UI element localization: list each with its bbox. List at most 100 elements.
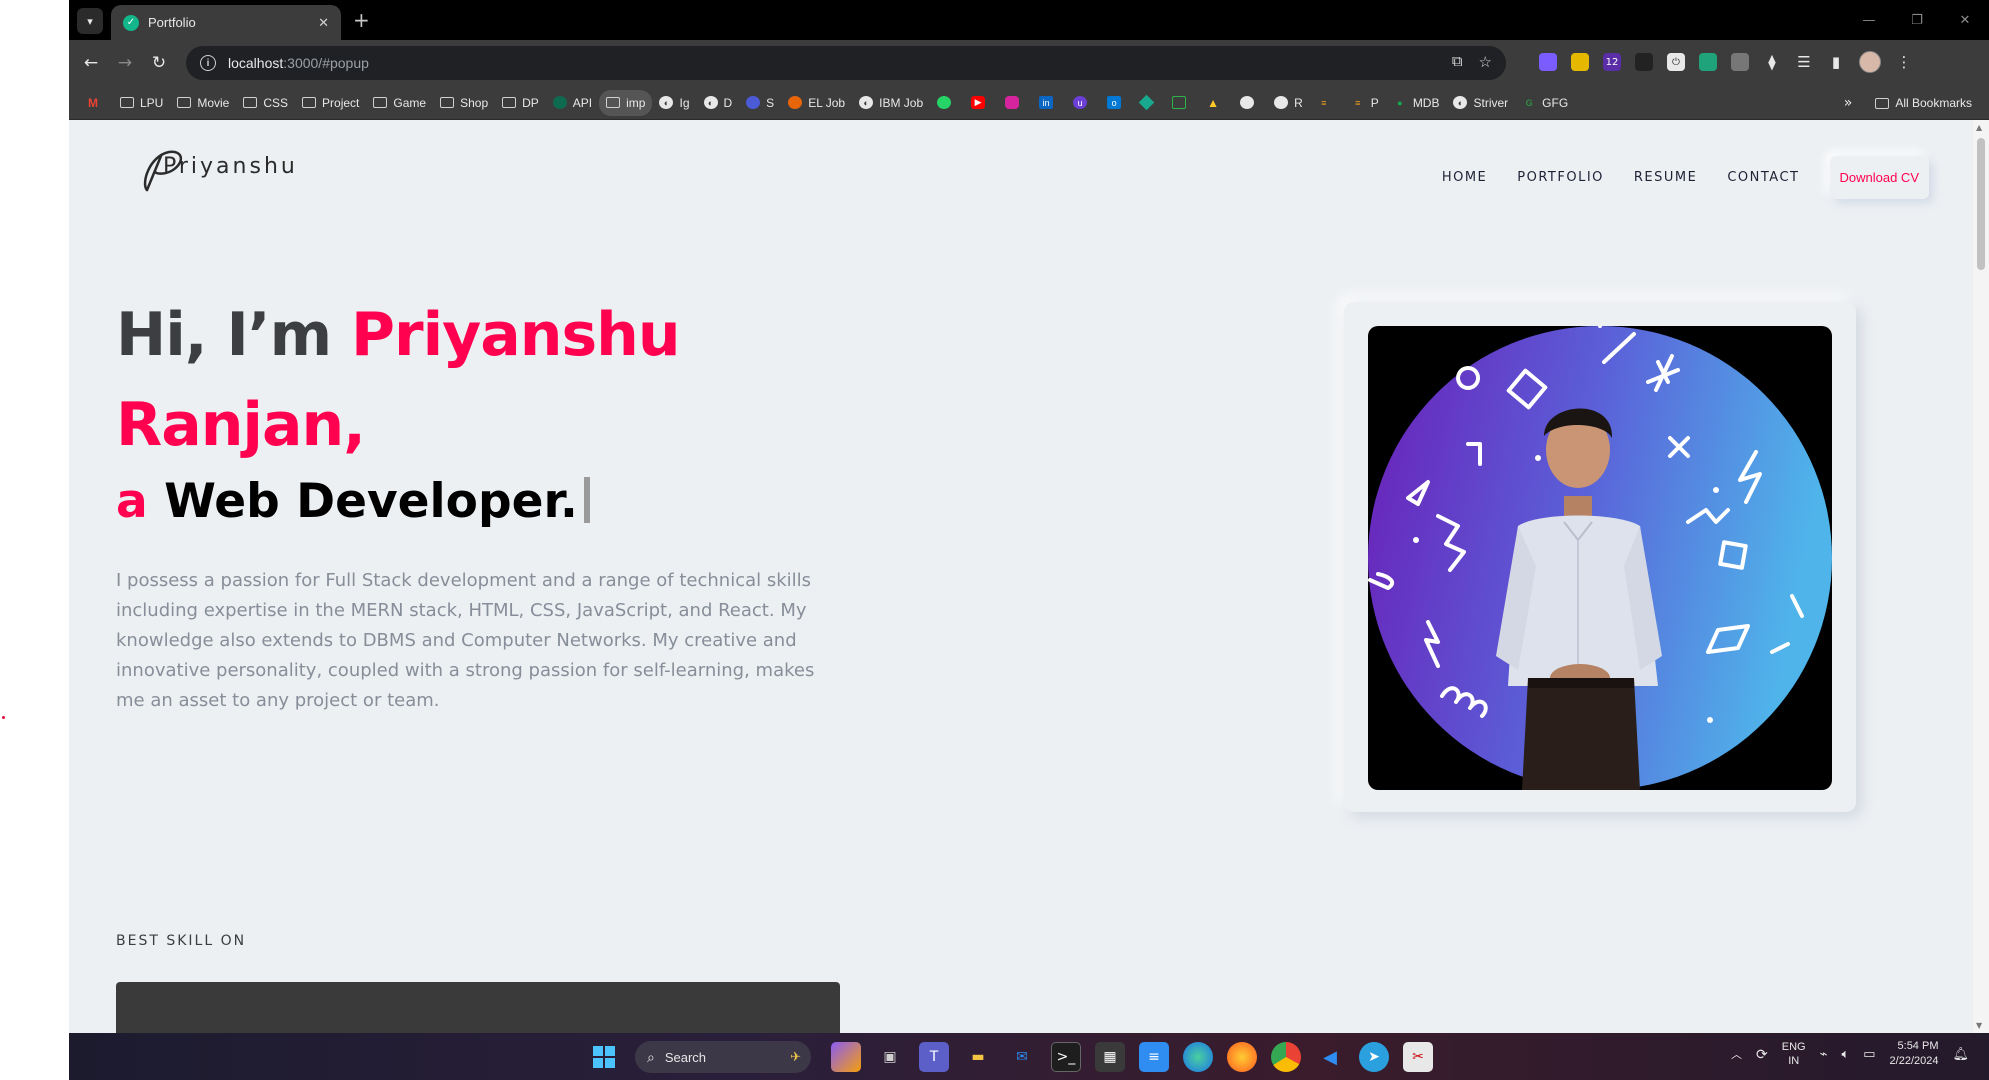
bookmark-linkedin[interactable]: in [1032, 90, 1066, 116]
nav-resume[interactable]: RESUME [1634, 170, 1697, 185]
bookmark-imp[interactable]: imp [599, 89, 653, 116]
scroll-down-arrow-icon[interactable]: ▼ [1976, 1021, 1982, 1030]
volume-icon[interactable]: 🔈︎ [1841, 1046, 1849, 1062]
vscode-icon[interactable]: ◀ [1315, 1042, 1345, 1072]
minimize-button[interactable]: — [1845, 0, 1893, 40]
bookmark-movie[interactable]: Movie [170, 90, 236, 116]
bookmark-lpu[interactable]: LPU [113, 90, 170, 116]
bookmark-firebase[interactable]: ▲ [1199, 90, 1233, 116]
extension-icon[interactable]: 12 [1603, 53, 1621, 71]
clock[interactable]: 5:54 PM 2/22/2024 [1890, 1039, 1939, 1069]
reload-button[interactable]: ↻ [147, 51, 171, 75]
sync-icon[interactable]: ⟳ [1756, 1046, 1768, 1063]
telegram-icon[interactable]: ➤ [1359, 1042, 1389, 1072]
nav-portfolio[interactable]: PORTFOLIO [1517, 170, 1604, 185]
file-explorer-icon[interactable]: ▬ [963, 1042, 993, 1072]
profile-avatar[interactable] [1859, 51, 1881, 73]
bookmark-label: MDB [1412, 95, 1440, 110]
site-info-icon[interactable]: i [200, 55, 216, 71]
mail-icon[interactable]: ✉ [1007, 1042, 1037, 1072]
snipping-tool-icon[interactable]: ✂ [1403, 1042, 1433, 1072]
bookmark-css[interactable]: CSS [236, 90, 295, 116]
calculator-icon[interactable]: ▦ [1095, 1042, 1125, 1072]
bookmark-p[interactable]: ≡ P [1344, 90, 1386, 116]
extension-icon[interactable] [1699, 53, 1717, 71]
page-scrollbar[interactable]: ▲ ▼ [1973, 120, 1989, 1033]
close-window-button[interactable]: ✕ [1941, 0, 1989, 40]
task-view-icon[interactable]: ▣ [875, 1042, 905, 1072]
bookmark-dark[interactable]: ≡ [1310, 90, 1344, 116]
nav-contact[interactable]: CONTACT [1727, 170, 1799, 185]
bookmark-whatsapp[interactable] [930, 90, 964, 116]
tab-search-button[interactable]: ▾ [77, 8, 103, 34]
notepad-icon[interactable]: ≡ [1139, 1042, 1169, 1072]
all-bookmarks-button[interactable]: All Bookmarks [1868, 90, 1979, 116]
site-logo[interactable]: Priyanshu [139, 144, 299, 196]
bookmark-project[interactable]: Project [295, 90, 366, 116]
restore-button[interactable]: ❐ [1893, 0, 1941, 40]
bookmark-ibm-job[interactable]: ◐ IBM Job [852, 90, 930, 116]
download-cv-button[interactable]: Download CV [1829, 156, 1929, 199]
teams-icon[interactable]: T [919, 1042, 949, 1072]
menu-kebab-icon[interactable]: ⋮ [1895, 53, 1913, 71]
bookmark-star-icon[interactable]: ☆ [1479, 53, 1492, 71]
bookmark-label: imp [626, 95, 646, 110]
firefox-icon[interactable] [1227, 1042, 1257, 1072]
network-icon[interactable]: ⌁ [1820, 1046, 1828, 1062]
bookmark-striver[interactable]: ◐ Striver [1446, 90, 1515, 116]
bookmark-shop[interactable]: Shop [433, 90, 495, 116]
more-bookmarks-chevron-icon[interactable]: » [1844, 95, 1853, 111]
u-icon: u [1073, 96, 1088, 109]
new-tab-button[interactable]: + [353, 8, 370, 32]
edge-icon[interactable] [1183, 1042, 1213, 1072]
extension-icon[interactable] [1539, 53, 1557, 71]
extension-icon[interactable] [1635, 53, 1653, 71]
folder-icon [177, 97, 192, 108]
language-indicator[interactable]: ENG IN [1782, 1040, 1806, 1068]
extension-icon[interactable]: ⏻ [1667, 53, 1685, 71]
widgets-icon[interactable] [831, 1042, 861, 1072]
bookmark-outlook[interactable]: o [1100, 90, 1134, 116]
bookmark-ig[interactable]: ◐ Ig [652, 90, 696, 116]
tab-portfolio[interactable]: ✓ Portfolio ✕ [111, 5, 341, 40]
bookmark-gfg[interactable]: G GFG [1515, 90, 1575, 116]
nav-home[interactable]: HOME [1442, 170, 1487, 185]
bookmark-d[interactable]: ◐ D [697, 90, 740, 116]
bookmark-game[interactable]: Game [366, 90, 433, 116]
extensions-puzzle-icon[interactable]: ⧫ [1763, 53, 1781, 71]
extension-icon[interactable] [1571, 53, 1589, 71]
tray-overflow-chevron-icon[interactable]: ︿ [1731, 1046, 1742, 1062]
bookmark-r[interactable]: R [1267, 90, 1310, 116]
forward-button[interactable]: → [113, 51, 137, 75]
windows-start-icon[interactable] [593, 1046, 615, 1068]
install-app-icon[interactable]: ⧉ [1452, 53, 1463, 71]
tab-close-icon[interactable]: ✕ [318, 15, 329, 31]
taskbar-search[interactable]: ⌕ Search ✈ [635, 1041, 811, 1073]
bookmark-mdb[interactable]: ● MDB [1386, 90, 1447, 116]
bookmark-api[interactable]: API [546, 90, 599, 116]
back-button[interactable]: ← [79, 51, 103, 75]
bookmark-instagram[interactable] [998, 90, 1032, 116]
address-bar[interactable]: i localhost:3000/#popup ⧉ ☆ [186, 46, 1506, 80]
side-panel-icon[interactable]: ▮ [1827, 53, 1845, 71]
bookmark-gmail[interactable]: M [79, 90, 113, 116]
bookmark-dp[interactable]: DP [495, 90, 546, 116]
bookmark-el-job[interactable]: EL Job [781, 90, 852, 116]
chrome-icon[interactable] [1271, 1042, 1301, 1072]
terminal-icon[interactable]: >_ [1051, 1042, 1081, 1072]
linkedin-icon: in [1039, 96, 1054, 109]
extension-icon[interactable] [1731, 53, 1749, 71]
scroll-thumb[interactable] [1977, 138, 1985, 270]
scroll-up-arrow-icon[interactable]: ▲ [1976, 123, 1982, 132]
notification-bell-icon[interactable]: 🔔︎ [1952, 1046, 1969, 1062]
globe-icon: ◐ [859, 96, 874, 109]
bookmark-u[interactable]: u [1066, 90, 1100, 116]
bookmark-github[interactable] [1233, 90, 1267, 116]
reading-list-icon[interactable]: ☰ [1795, 53, 1813, 71]
battery-icon[interactable]: ▭ [1863, 1046, 1875, 1062]
search-icon: ⌕ [647, 1048, 655, 1065]
bookmark-s[interactable]: S [739, 90, 781, 116]
bookmark-diamond[interactable] [1134, 90, 1165, 116]
bookmark-youtube[interactable]: ▶ [964, 90, 998, 116]
bookmark-green[interactable] [1165, 90, 1199, 116]
